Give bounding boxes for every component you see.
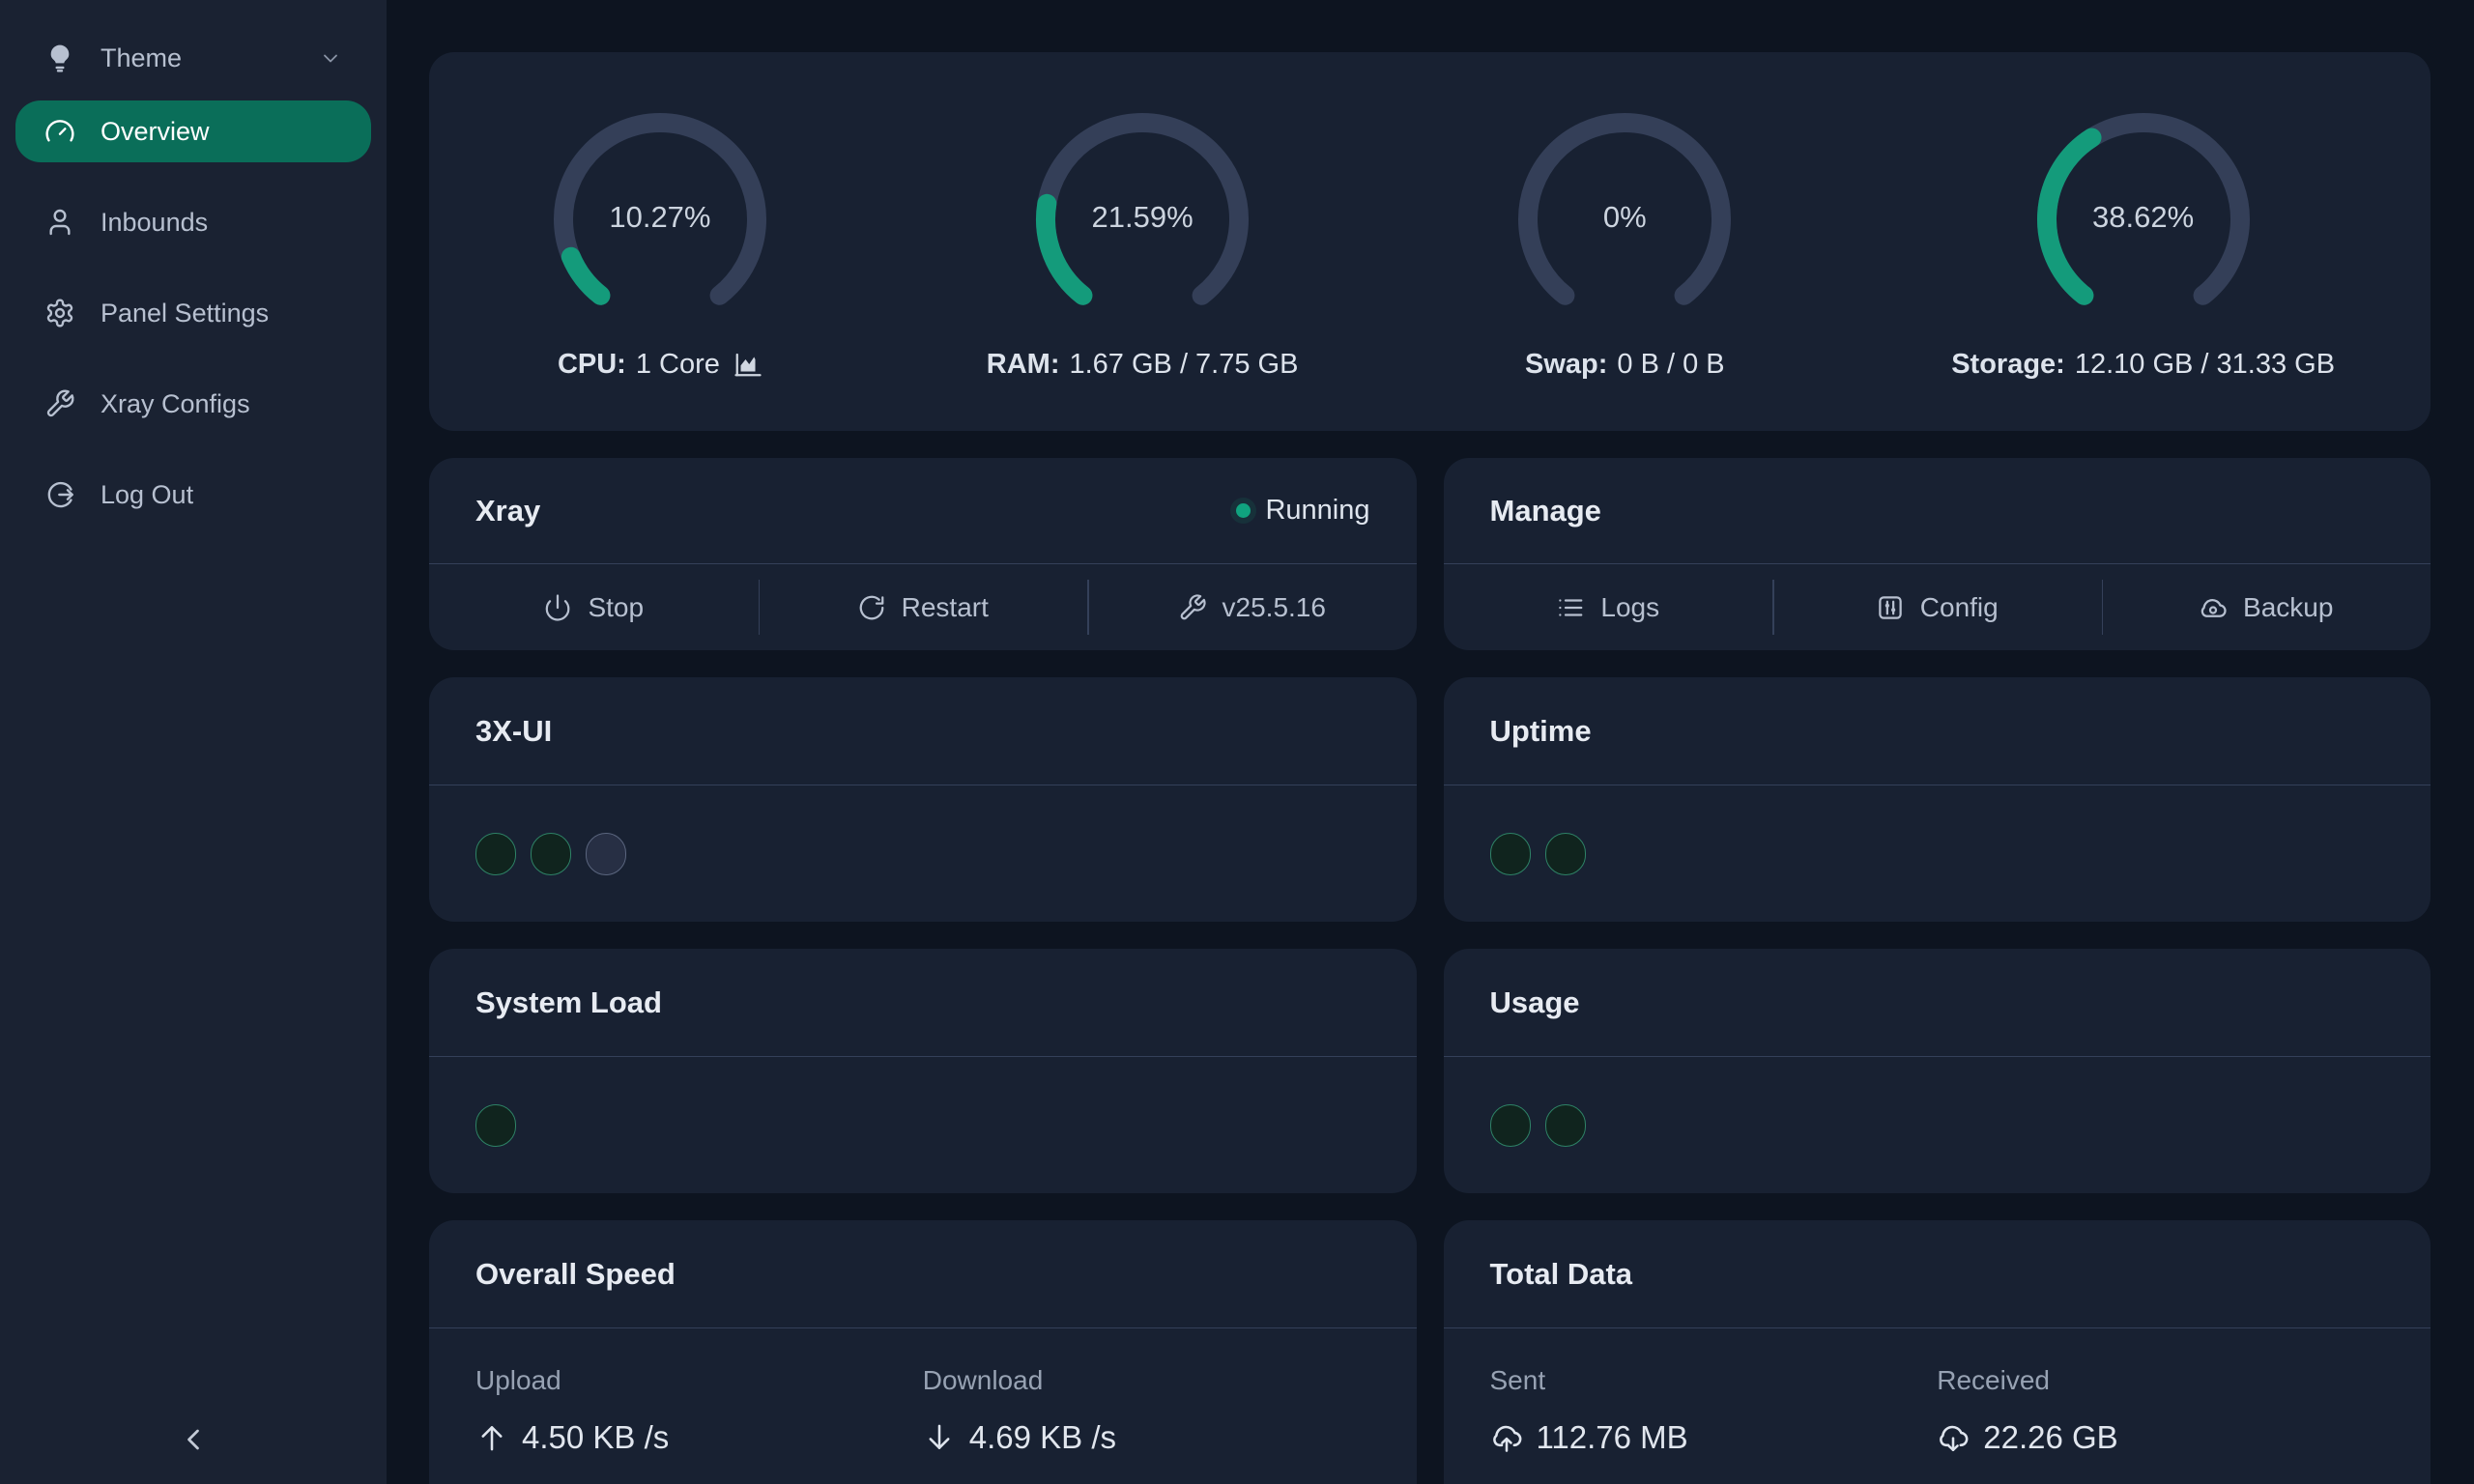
- list-icon: [1556, 593, 1585, 622]
- user-icon: [44, 207, 75, 238]
- chevron-left-icon: [176, 1422, 211, 1457]
- logout-icon: [44, 479, 75, 510]
- gauge-label: CPU:1 Core: [558, 349, 762, 381]
- stat-value-text: 112.76 MB: [1537, 1419, 1688, 1456]
- stat-upload: Upload 4.50 KB /s: [475, 1365, 923, 1484]
- stat-value-text: 4.50 KB /s: [522, 1419, 669, 1456]
- config-button[interactable]: Config: [1772, 564, 2102, 650]
- tag-documentation[interactable]: [586, 833, 626, 875]
- status-label: Running: [1265, 495, 1369, 527]
- tag-threads-18: [1545, 1104, 1586, 1147]
- tag-xray-2m: [1490, 833, 1531, 875]
- uptime-card-title: Uptime: [1490, 714, 1592, 749]
- gauge-percent: 21.59%: [1007, 200, 1278, 235]
- manage-card-title: Manage: [1490, 494, 1601, 528]
- gauge-label: RAM:1.67 GB / 7.75 GB: [987, 349, 1299, 381]
- gauge-fill: [571, 256, 601, 295]
- gauge-ram: 21.59% RAM:1.67 GB / 7.75 GB: [987, 103, 1299, 381]
- gauge: 21.59%: [1007, 103, 1278, 335]
- usage-card-title: Usage: [1490, 985, 1580, 1020]
- backup-button[interactable]: Backup: [2102, 564, 2431, 650]
- xui-card-title: 3X-UI: [475, 714, 552, 749]
- sidebar-item-theme[interactable]: Theme: [15, 27, 371, 89]
- restart-button[interactable]: Restart: [759, 564, 1088, 650]
- chevron-down-icon: [319, 46, 342, 70]
- arrow-up-icon: [475, 1421, 508, 1454]
- gauge-label: Storage:12.10 GB / 31.33 GB: [1951, 349, 2335, 381]
- manage-actions: Logs Config Backup: [1444, 564, 2431, 650]
- gauge-percent: 0%: [1489, 200, 1760, 235]
- gauge: 10.27%: [525, 103, 795, 335]
- system-load-card-title: System Load: [475, 985, 662, 1020]
- sidebar-item-log-out[interactable]: Log Out: [15, 464, 371, 526]
- main-content: 10.27% CPU:1 Core 21.59% RAM:1.67 GB / 7…: [387, 0, 2474, 1484]
- gauge-percent: 38.62%: [2008, 200, 2279, 235]
- overall-speed-card-title: Overall Speed: [475, 1257, 676, 1292]
- sidebar-collapse-button[interactable]: [0, 1416, 387, 1463]
- gauge-swap: 0% Swap:0 B / 0 B: [1489, 103, 1760, 381]
- stat-value-text: 4.69 KB /s: [969, 1419, 1116, 1456]
- cloud-icon: [2199, 593, 2228, 622]
- gauge-cpu: 10.27% CPU:1 Core: [525, 103, 795, 381]
- xray-card: Xray Running Stop Restart v25.5.16: [429, 458, 1417, 650]
- tag-os-1h: [1545, 833, 1586, 875]
- stat-received: Received 22.26 GB: [1937, 1365, 2384, 1484]
- area-chart-icon[interactable]: [734, 350, 762, 379]
- power-icon: [543, 593, 572, 622]
- wrench-icon: [44, 388, 75, 419]
- uptime-card: Uptime: [1444, 677, 2431, 922]
- stop-button[interactable]: Stop: [429, 564, 759, 650]
- xray-status-badge: Running: [1236, 495, 1369, 527]
- gauge-label: Swap:0 B / 0 B: [1525, 349, 1725, 381]
- cloud-down-icon: [1937, 1421, 1970, 1454]
- cards-grid: Xray Running Stop Restart v25.5.16 Manag…: [429, 458, 2431, 1484]
- sliders-icon: [1876, 593, 1905, 622]
- v25-5-16-button[interactable]: v25.5.16: [1087, 564, 1417, 650]
- manage-card: Manage Logs Config Backup: [1444, 458, 2431, 650]
- gauge-storage: 38.62% Storage:12.10 GB / 31.33 GB: [1951, 103, 2335, 381]
- sidebar-item-panel-settings[interactable]: Panel Settings: [15, 282, 371, 344]
- tag-0-01-0-09-0-15: [475, 1104, 516, 1147]
- gauge-icon: [44, 116, 75, 147]
- stat-value-text: 22.26 GB: [1983, 1419, 2117, 1456]
- cloud-up-icon: [1490, 1421, 1523, 1454]
- gear-icon: [44, 298, 75, 328]
- gauge-percent: 10.27%: [525, 200, 795, 235]
- sidebar-item-overview[interactable]: Overview: [15, 100, 371, 162]
- overall-speed-card: Overall Speed Upload 4.50 KB /s Download…: [429, 1220, 1417, 1484]
- lightbulb-icon: [44, 43, 75, 73]
- gauge: 38.62%: [2008, 103, 2279, 335]
- total-data-card: Total Data Sent 112.76 MB Received 22.26…: [1444, 1220, 2431, 1484]
- stat-sent: Sent 112.76 MB: [1490, 1365, 1938, 1484]
- sidebar-item-xray-configs[interactable]: Xray Configs: [15, 373, 371, 435]
- status-dot-icon: [1236, 503, 1251, 518]
- xui-card: 3X-UI: [429, 677, 1417, 922]
- restart-icon: [857, 593, 886, 622]
- xray-card-title: Xray: [475, 494, 540, 528]
- arrow-down-icon: [923, 1421, 956, 1454]
- wrench-icon: [1178, 593, 1207, 622]
- tag-xrayui[interactable]: [531, 833, 571, 875]
- xray-actions: Stop Restart v25.5.16: [429, 564, 1417, 650]
- sidebar-item-inbounds[interactable]: Inbounds: [15, 191, 371, 253]
- sidebar: Theme Overview Inbounds Panel Settings X…: [0, 0, 387, 1484]
- stat-download: Download 4.69 KB /s: [923, 1365, 1370, 1484]
- tag-v2-6-0[interactable]: [475, 833, 516, 875]
- sidebar-nav: Theme Overview Inbounds Panel Settings X…: [0, 27, 387, 526]
- logs-button[interactable]: Logs: [1444, 564, 1773, 650]
- tag-ram-34-08-mb: [1490, 1104, 1531, 1147]
- total-data-card-title: Total Data: [1490, 1257, 1633, 1292]
- system-load-card: System Load: [429, 949, 1417, 1193]
- usage-card: Usage: [1444, 949, 2431, 1193]
- gauge: 0%: [1489, 103, 1760, 335]
- system-gauges-card: 10.27% CPU:1 Core 21.59% RAM:1.67 GB / 7…: [429, 52, 2431, 431]
